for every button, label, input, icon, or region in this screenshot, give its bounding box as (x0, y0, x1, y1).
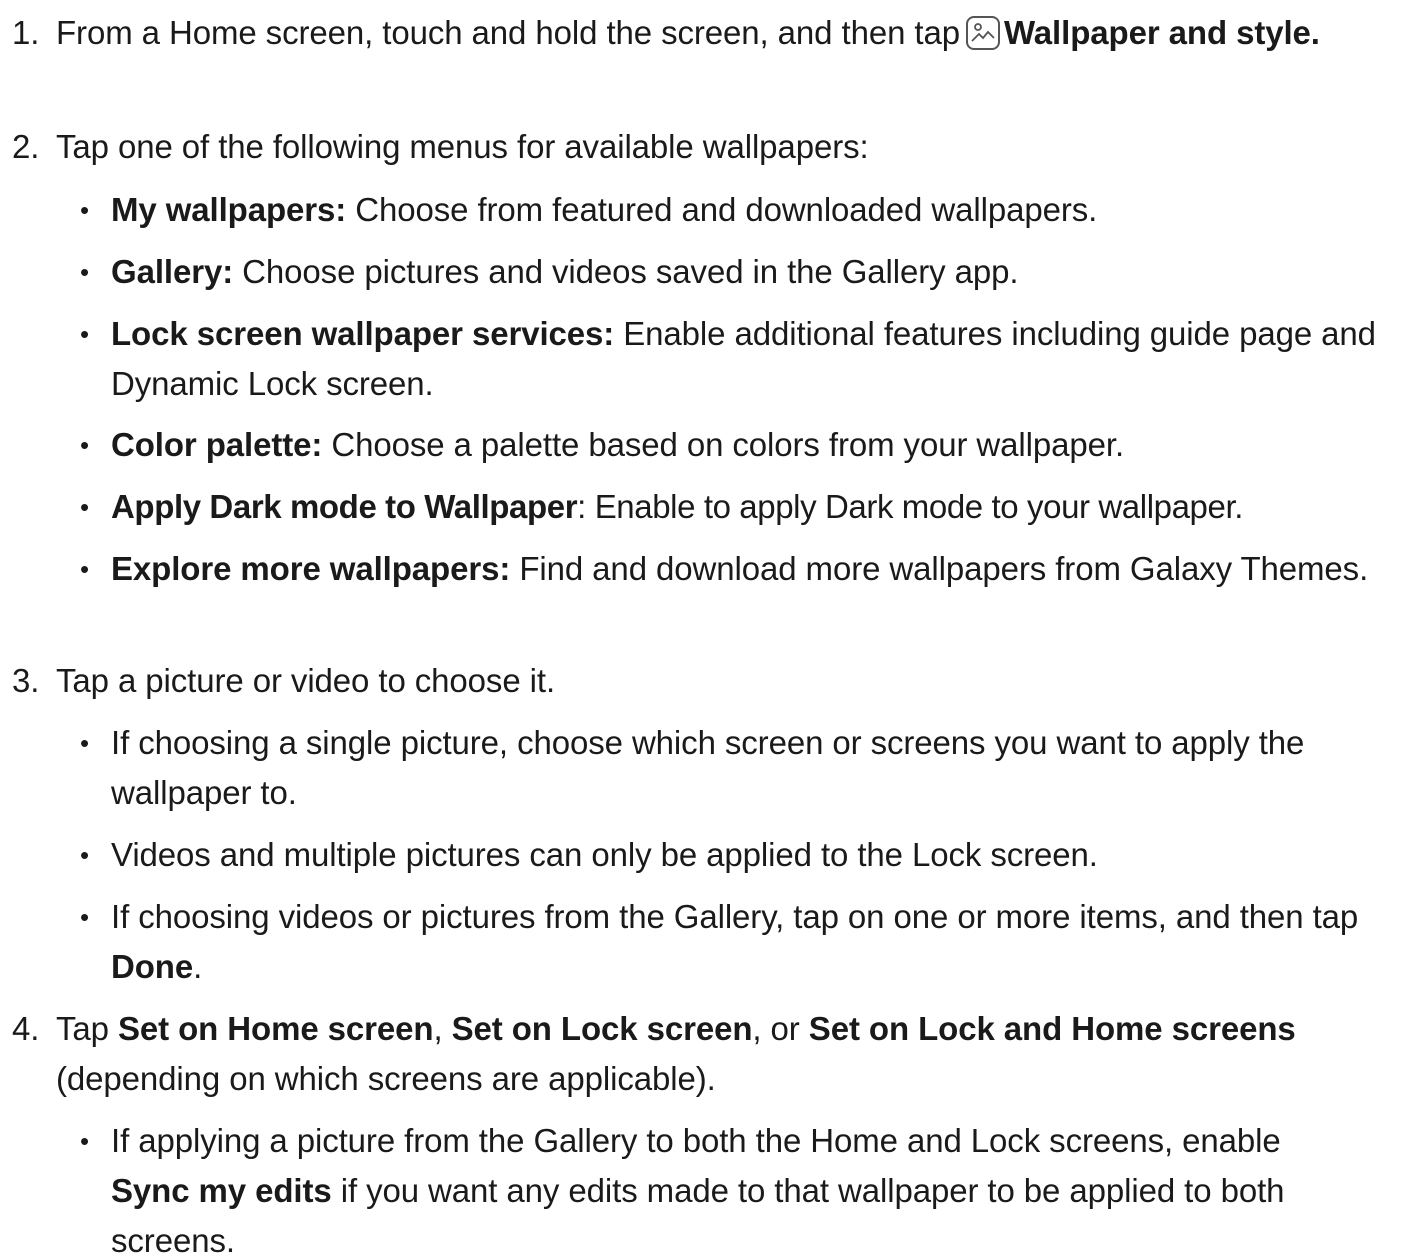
item-text: . (193, 948, 203, 985)
wallpaper-icon (965, 16, 1000, 50)
bullet: • (80, 902, 90, 932)
step-number: 2. (12, 128, 40, 165)
item-text: Videos and multiple pictures can only be… (111, 836, 1098, 873)
bullet: • (80, 195, 90, 225)
bullet: • (80, 257, 90, 287)
step-text: Tap Set on Home screen, Set on Lock scre… (56, 1010, 1296, 1097)
step-text: Tap a picture or video to choose it. (56, 662, 556, 699)
done-label: Done (111, 948, 194, 985)
bullet: • (80, 728, 90, 758)
item-text: Choose a palette based on colors from yo… (322, 426, 1125, 463)
item-bold: Color palette: (111, 426, 323, 463)
item-bold: Apply Dark mode to Wallpaper (111, 488, 578, 525)
set-on-home-screen-label: Set on Home screen (117, 1010, 434, 1047)
item-text: If choosing videos or pictures from the … (111, 898, 1359, 935)
bullet: • (80, 554, 90, 584)
item-bold: Explore more wallpapers: (111, 550, 511, 587)
bullet: • (80, 492, 90, 522)
bullet: • (80, 319, 90, 349)
wallpaper-and-style-label: Wallpaper and style. (1003, 14, 1320, 51)
item-bold: Gallery: (111, 253, 234, 290)
instructions-document: 1. From a Home screen, touch and hold th… (0, 0, 1424, 1258)
item-text: Find and download more wallpapers from G… (510, 550, 1369, 587)
sync-my-edits-label: Sync my edits (111, 1172, 332, 1209)
step-1-text: From a Home screen, touch and hold the s… (56, 14, 960, 51)
step-number: 3. (12, 662, 40, 699)
bullet: • (80, 1126, 90, 1156)
step-text: From a Home screen, touch and hold the s… (56, 8, 1401, 58)
bullet: • (80, 430, 90, 460)
step-number: 4. (12, 1010, 40, 1047)
item-text: : Enable to apply Dark mode to your wall… (577, 488, 1243, 525)
set-on-lock-screen-label: Set on Lock screen (451, 1010, 753, 1047)
item-bold: My wallpapers: (111, 191, 347, 228)
item-text: If applying a picture from the Gallery t… (111, 1122, 1281, 1159)
set-on-lock-and-home-screens-label: Set on Lock and Home screens (808, 1010, 1296, 1047)
item-bold: Lock screen wallpaper services: (111, 315, 615, 352)
item-text: Choose from featured and downloaded wall… (346, 191, 1098, 228)
item-text: Choose pictures and videos saved in the … (233, 253, 1019, 290)
item-text: If choosing a single picture, choose whi… (111, 724, 1305, 811)
step-text: Tap one of the following menus for avail… (56, 128, 869, 165)
bullet: • (80, 840, 90, 870)
step-number: 1. (12, 14, 40, 51)
